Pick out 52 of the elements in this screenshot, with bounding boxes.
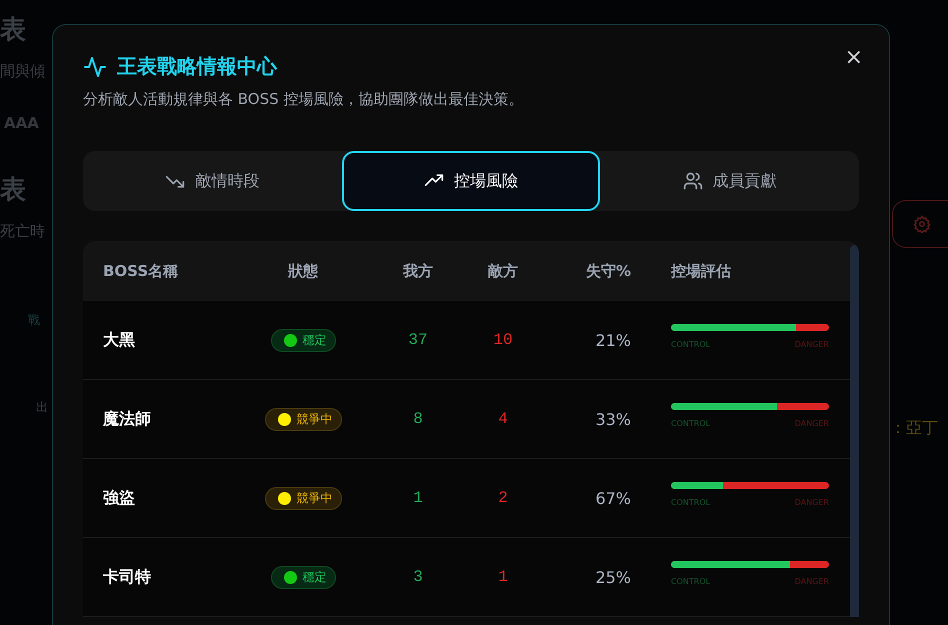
- loss-rate: 21%: [595, 330, 631, 350]
- enemy-count: 1: [498, 568, 508, 586]
- danger-label: DANGER: [794, 498, 829, 506]
- background-text: 間與傾: [0, 62, 46, 82]
- dialog-title: 王表戰略情報中心: [117, 53, 277, 80]
- background-text: ：亞丁: [890, 418, 938, 439]
- column-header: 敵方: [488, 262, 518, 280]
- tab[interactable]: 控場風險: [342, 151, 600, 211]
- ally-count: 1: [413, 489, 423, 507]
- close-button[interactable]: ×: [838, 43, 869, 72]
- control-label: CONTROL: [671, 340, 710, 348]
- danger-label: DANGER: [794, 340, 829, 348]
- enemy-count: 2: [498, 489, 508, 507]
- tab[interactable]: 成員貢獻: [600, 151, 860, 211]
- enemy-count: 4: [498, 410, 508, 428]
- enemy-count: 10: [493, 331, 513, 349]
- loss-rate: 67%: [595, 488, 631, 508]
- column-header: 狀態: [288, 262, 318, 280]
- boss-name: 強盜: [103, 488, 136, 508]
- loss-rate: 33%: [595, 410, 631, 428]
- column-header: 失守%: [586, 262, 631, 280]
- boss-name: 大黑: [103, 330, 136, 350]
- ally-count: 37: [408, 331, 428, 349]
- status-badge: 穩定: [270, 328, 336, 352]
- background-text: 表: [0, 14, 27, 47]
- ally-count: 3: [413, 568, 423, 586]
- column-header: 我方: [403, 262, 433, 280]
- ally-count: 8: [413, 410, 423, 428]
- dialog-subtitle: 分析敵人活動規律與各 BOSS 控場風險，協助團隊做出最佳決策。: [83, 90, 524, 109]
- column-header: BOSS名稱: [103, 262, 180, 280]
- control-label: CONTROL: [671, 576, 710, 586]
- users-icon: [682, 171, 703, 191]
- settings-icon: [913, 215, 931, 233]
- background-text: 戰: [28, 312, 41, 329]
- background-text: 表: [0, 174, 27, 207]
- background-text: 死亡時: [0, 222, 46, 242]
- control-label: CONTROL: [671, 418, 710, 428]
- column-header: 控場評估: [671, 262, 732, 280]
- boss-name: 卡司特: [103, 566, 152, 588]
- activity-icon: [83, 54, 107, 78]
- status-badge: 競爭中: [264, 408, 342, 430]
- boss-name: 魔法師: [103, 408, 152, 430]
- status-badge: 競爭中: [264, 486, 342, 510]
- scrollbar[interactable]: [850, 245, 859, 617]
- loss-rate: 25%: [595, 568, 631, 586]
- tab[interactable]: 敵情時段: [83, 151, 342, 211]
- status-badge: 穩定: [270, 566, 336, 588]
- settings-button[interactable]: [892, 200, 948, 248]
- control-label: CONTROL: [671, 498, 710, 506]
- danger-label: DANGER: [794, 576, 829, 586]
- danger-label: DANGER: [794, 418, 829, 428]
- background-text: 出: [36, 399, 49, 416]
